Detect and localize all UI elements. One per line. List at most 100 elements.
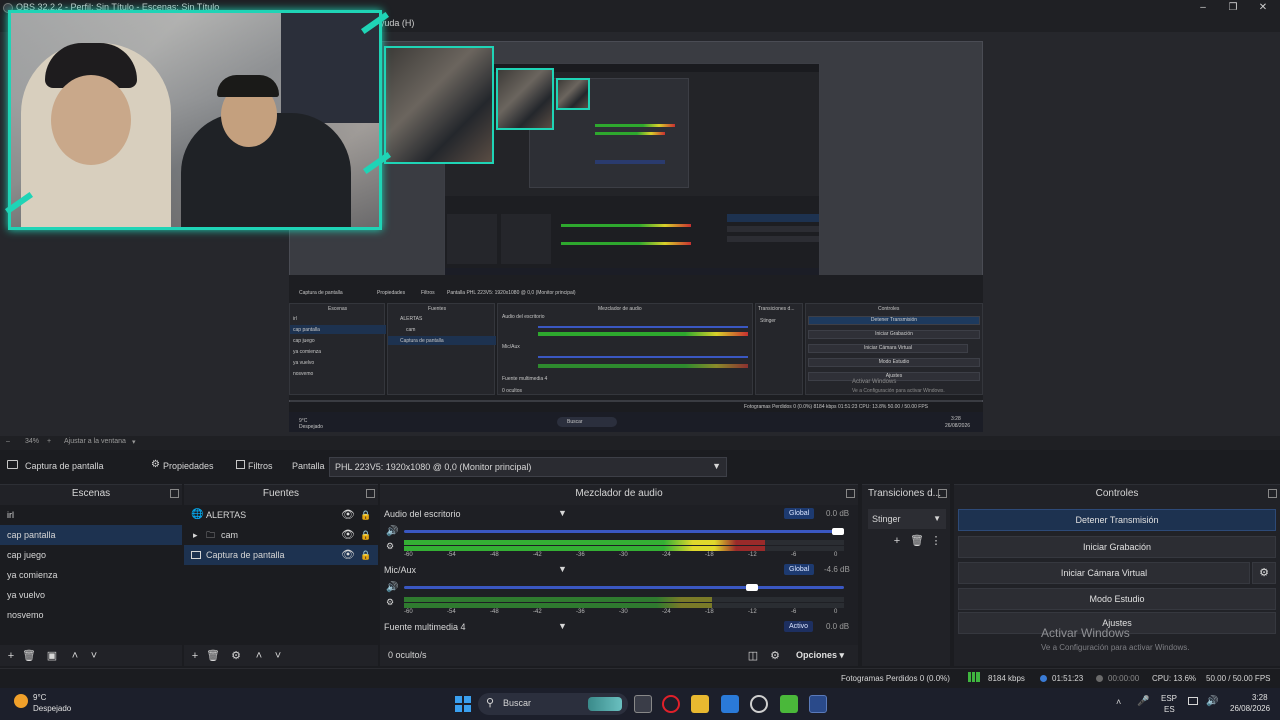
lock-icon[interactable]: 🔒 — [360, 545, 371, 565]
obs-taskbar-icon[interactable] — [750, 695, 768, 713]
config-icon[interactable]: ⚙ — [386, 541, 394, 552]
eye-icon[interactable]: 👁 — [341, 525, 355, 545]
scene-item[interactable]: irl — [0, 505, 182, 525]
eye-icon[interactable]: 👁 — [341, 545, 355, 565]
chevron-down-icon[interactable]: ▾ — [132, 438, 136, 446]
trash-icon[interactable]: 🗑 — [910, 534, 924, 548]
lang-top[interactable]: ESP — [1161, 694, 1177, 703]
chevron-down-icon[interactable]: ▼ — [558, 564, 567, 574]
scenes-list[interactable]: irl cap pantalla cap juego ya comienza y… — [0, 505, 182, 645]
gear-icon[interactable]: ⚙ — [1252, 562, 1276, 584]
trash-icon[interactable]: 🗑 — [206, 649, 220, 663]
volume-knob[interactable] — [832, 528, 844, 535]
app-icon[interactable] — [809, 695, 827, 713]
speaker-icon[interactable]: 🔊 — [386, 526, 398, 537]
volume-knob[interactable] — [746, 584, 759, 591]
virtual-camera-button[interactable]: Iniciar Cámara Virtual — [958, 562, 1250, 584]
float-icon[interactable] — [170, 489, 179, 498]
weather-icon[interactable] — [14, 694, 28, 708]
properties-button[interactable]: Propiedades — [163, 461, 214, 471]
clock-time[interactable]: 3:28 — [1252, 693, 1268, 702]
studio-mode-button[interactable]: Modo Estudio — [958, 588, 1276, 610]
arrow-down-icon[interactable]: ˅ — [87, 649, 101, 663]
chevron-right-icon[interactable]: ▸ — [193, 525, 198, 545]
speaker-icon[interactable]: 🔊 — [386, 582, 398, 593]
weather-desc[interactable]: Despejado — [33, 704, 71, 713]
chevron-down-icon[interactable]: ▼ — [558, 508, 567, 518]
inner-statusbar: Fotogramas Perdidos 0 (0.0%) 8184 kbps 0… — [289, 402, 983, 412]
float-icon[interactable] — [366, 489, 375, 498]
arrow-up-icon[interactable]: ˄ — [252, 649, 266, 663]
more-icon[interactable]: ⋮ — [929, 534, 943, 548]
windows-start-icon[interactable] — [455, 696, 471, 712]
mixer-badge[interactable]: Global — [784, 564, 815, 575]
source-item[interactable]: 🌐 ALERTAS 👁 🔒 — [184, 505, 378, 525]
opera-icon[interactable] — [662, 695, 680, 713]
volume-slider[interactable] — [404, 586, 844, 589]
options-button[interactable]: Opciones ▾ — [796, 650, 844, 661]
filters-button[interactable]: Filtros — [248, 461, 273, 471]
display-select[interactable]: PHL 223V5: 1920x1080 @ 0,0 (Monitor prin… — [329, 457, 727, 477]
fit-window-label[interactable]: Ajustar a la ventana — [64, 438, 126, 445]
scene-item[interactable]: ya comienza — [0, 565, 182, 585]
lock-icon[interactable]: 🔒 — [360, 505, 371, 525]
maximize-button[interactable]: ❐ — [1218, 0, 1248, 16]
trash-icon[interactable]: 🗑 — [22, 649, 36, 663]
stop-stream-button[interactable]: Detener Transmisión — [958, 509, 1276, 531]
filter-icon[interactable] — [236, 460, 245, 469]
add-icon[interactable]: + — [188, 649, 202, 663]
sources-list[interactable]: 🌐 ALERTAS 👁 🔒 ▸ 🗀 cam 👁 🔒 Captura de pan… — [184, 505, 378, 645]
taskbar-search[interactable]: ⚲ Buscar — [478, 693, 628, 715]
scene-item[interactable]: nosvemo — [0, 605, 182, 625]
source-item-label: cam — [221, 530, 239, 540]
zoom-in-button[interactable]: + — [47, 438, 51, 445]
start-recording-button[interactable]: Iniciar Grabación — [958, 536, 1276, 558]
lang-bottom[interactable]: ES — [1164, 705, 1175, 714]
taskbar-search-label: Buscar — [503, 698, 532, 708]
chevron-down-icon[interactable]: ▼ — [558, 621, 567, 631]
webcam-overlay — [8, 10, 382, 230]
float-icon[interactable] — [938, 489, 947, 498]
file-explorer-icon[interactable] — [691, 695, 709, 713]
meter-ticks: -60 -54 -48 -42 -36 -30 -24 -18 -12 -6 0 — [404, 552, 844, 560]
scene-item[interactable]: cap juego — [0, 545, 182, 565]
mixer-badge[interactable]: Global — [784, 508, 815, 519]
minimize-button[interactable]: – — [1188, 0, 1218, 16]
float-icon[interactable] — [846, 489, 855, 498]
add-icon[interactable]: + — [4, 649, 18, 663]
add-icon[interactable]: + — [890, 534, 904, 548]
chevron-up-icon[interactable]: ˄ — [1116, 697, 1121, 707]
eye-icon[interactable]: 👁 — [341, 505, 355, 525]
microphone-icon[interactable]: 🎤 — [1137, 696, 1149, 707]
task-view-icon[interactable] — [634, 695, 652, 713]
scene-item[interactable]: ya vuelvo — [0, 585, 182, 605]
transition-select[interactable]: Stinger ▼ — [868, 509, 946, 529]
inner-stop-button — [727, 214, 819, 222]
source-item-selected[interactable]: Captura de pantalla 👁 🔒 — [184, 545, 378, 565]
store-icon[interactable] — [721, 695, 739, 713]
float-icon[interactable] — [1268, 489, 1277, 498]
chevron-down-icon: ▼ — [712, 461, 721, 471]
clock-date[interactable]: 26/08/2026 — [1230, 704, 1270, 713]
source-item[interactable]: ▸ 🗀 cam 👁 🔒 — [184, 525, 378, 545]
scene-item-selected[interactable]: cap pantalla — [0, 525, 182, 545]
close-button[interactable]: ✕ — [1248, 0, 1278, 16]
layout-icon[interactable]: ◫ — [746, 649, 760, 663]
settings-icon[interactable]: ⚙ — [768, 649, 782, 663]
zoom-out-button[interactable]: – — [6, 438, 10, 445]
inner-wm-sub: Ve a Configuración para activar Windows. — [852, 388, 945, 394]
gear-icon[interactable]: ⚙ — [151, 459, 160, 470]
config-icon[interactable]: ⚙ — [386, 597, 394, 608]
volume-icon[interactable]: 🔊 — [1206, 696, 1218, 707]
weather-temp[interactable]: 9°C — [33, 693, 46, 702]
filter-icon[interactable]: ▣ — [45, 649, 59, 663]
volume-slider[interactable] — [404, 530, 844, 533]
arrow-down-icon[interactable]: ˅ — [271, 649, 285, 663]
gear-icon[interactable]: ⚙ — [229, 649, 243, 663]
mixer-badge[interactable]: Activo — [784, 621, 814, 632]
lock-icon[interactable]: 🔒 — [360, 525, 371, 545]
app-icon[interactable] — [780, 695, 798, 713]
hidden-count: 0 oculto/s — [388, 650, 427, 660]
network-icon[interactable] — [1188, 697, 1198, 705]
arrow-up-icon[interactable]: ˄ — [68, 649, 82, 663]
